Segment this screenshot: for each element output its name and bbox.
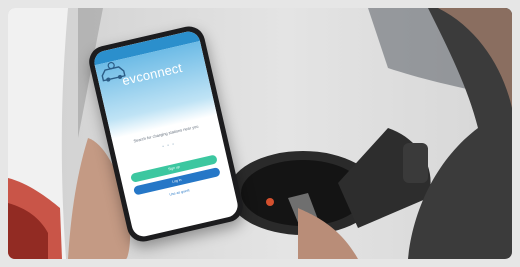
photo: evconnect Search for charging stations n… xyxy=(8,8,512,259)
photo-background xyxy=(8,8,512,259)
image-frame: evconnect Search for charging stations n… xyxy=(0,0,520,267)
